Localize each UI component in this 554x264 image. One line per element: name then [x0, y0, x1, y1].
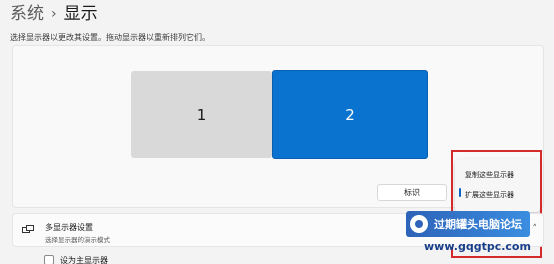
multi-display-subtitle: 选择显示器的演示模式 [45, 236, 110, 244]
primary-display-checkbox[interactable] [44, 255, 54, 264]
identify-button[interactable]: 标识 [377, 184, 447, 201]
monitor-2-label: 2 [345, 105, 355, 124]
breadcrumb-parent-system[interactable]: 系统 [10, 2, 44, 26]
chevron-up-icon[interactable]: ˄ [533, 224, 538, 234]
monitor-2[interactable]: 2 [272, 70, 428, 159]
watermark-banner: 过期罐头电脑论坛 [406, 211, 530, 237]
watermark-url: www.gqgtpc.com [424, 240, 531, 253]
watermark-text: 过期罐头电脑论坛 [434, 218, 522, 231]
page-title: 显示 [63, 4, 98, 24]
breadcrumb-separator-icon: › [51, 6, 57, 22]
multi-display-icon [22, 225, 34, 233]
breadcrumb: 系统 › 显示 [10, 2, 98, 26]
watermark-logo-icon [410, 215, 428, 233]
monitor-1-label: 1 [196, 105, 207, 124]
primary-display-checkbox-row[interactable]: 设为主显示器 [44, 254, 108, 264]
monitor-1[interactable]: 1 [131, 71, 272, 158]
page-description: 选择显示器以更改其设置。拖动显示器以重新排列它们。 [10, 33, 210, 42]
primary-display-label: 设为主显示器 [60, 255, 108, 264]
multi-display-title: 多显示器设置 [45, 223, 93, 232]
